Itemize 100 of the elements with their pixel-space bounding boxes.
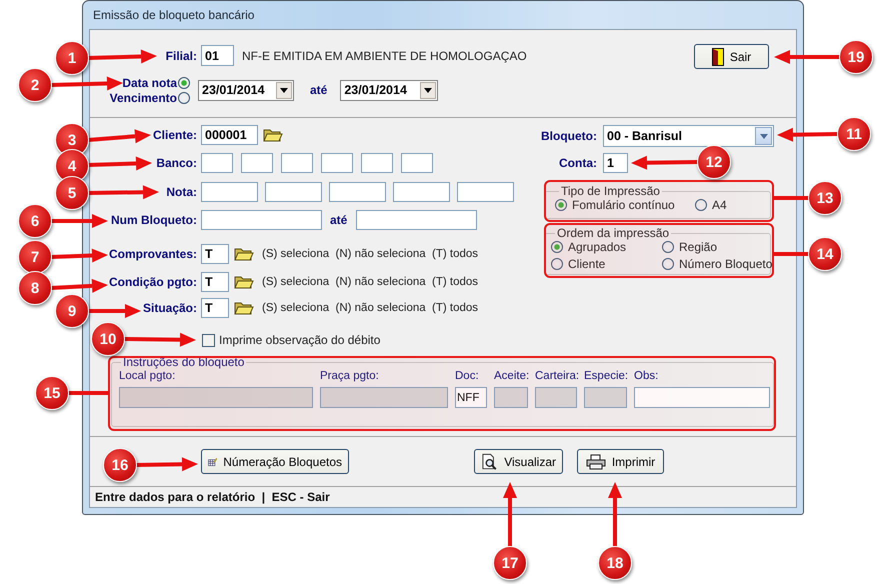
callout-arrow: [631, 156, 698, 170]
radio-label: Fomulário contínuo: [572, 198, 675, 212]
radio-label: Número Bloqueto: [679, 257, 772, 271]
callout-arrow: [88, 304, 141, 318]
input-field[interactable]: [329, 182, 386, 202]
callout-badge: 11: [837, 117, 871, 151]
input-field[interactable]: T: [201, 298, 229, 318]
input-field[interactable]: [265, 182, 322, 202]
callout-arrow: [51, 214, 108, 228]
field-label: Cliente:: [152, 128, 197, 142]
input-field[interactable]: [361, 153, 393, 173]
callout-badge: 6: [18, 204, 52, 238]
callout-arrow: [608, 482, 622, 547]
field-label: Praça pgto:: [320, 370, 380, 384]
radio-button[interactable]: [551, 258, 563, 270]
group-title: Instruções do bloqueto: [122, 355, 246, 369]
caret-icon: [280, 88, 288, 92]
folder-icon[interactable]: [234, 300, 254, 316]
date-dropdown[interactable]: 23/01/2014: [198, 80, 294, 100]
field-label: Conta:: [559, 156, 597, 170]
input-field[interactable]: [201, 210, 322, 230]
input-field[interactable]: [634, 387, 770, 408]
radio-label: Cliente: [568, 257, 606, 271]
caret-icon: [760, 134, 768, 138]
radio-button[interactable]: [662, 241, 674, 253]
range-label: até: [310, 83, 328, 97]
input-field[interactable]: [241, 153, 273, 173]
callout-badge: 14: [808, 237, 842, 271]
field-label: Banco:: [156, 156, 197, 170]
callout-badge: 2: [18, 68, 52, 102]
callout-arrow: [503, 482, 517, 547]
status-text: Entre dados para o relatório | ESC - Sair: [95, 490, 330, 504]
print-button[interactable]: Imprimir: [577, 449, 664, 474]
radio-button[interactable]: [178, 92, 190, 104]
radio-label: A4: [712, 198, 727, 212]
callout-arrow: [50, 278, 108, 293]
input-field[interactable]: [321, 153, 353, 173]
input-field[interactable]: [457, 182, 514, 202]
checkbox-label: Imprime observação do débito: [219, 333, 380, 347]
selection-hint: (S) seleciona (N) não seleciona (T) todos: [262, 302, 478, 314]
input-field[interactable]: [401, 153, 433, 173]
field-label: Comprovantes:: [108, 247, 197, 261]
window-title: Emissão de bloqueto bancário: [93, 8, 254, 22]
printer-icon: [586, 454, 606, 470]
folder-icon[interactable]: [263, 127, 283, 143]
radio-button[interactable]: [695, 199, 707, 211]
selection-hint: (S) seleciona (N) não seleciona (T) todos: [262, 248, 478, 260]
exit-button[interactable]: Sair: [694, 44, 769, 69]
callout-arrow: [136, 457, 198, 472]
callout-arrow: [88, 156, 152, 170]
input-field[interactable]: [356, 210, 478, 230]
document-search-icon: [481, 452, 498, 470]
radio-label: Vencimento: [110, 90, 177, 104]
callout-badge: 9: [55, 294, 89, 328]
bank-dropdown[interactable]: 00 - Banrisul: [603, 125, 774, 147]
callout-badge: 7: [18, 240, 52, 274]
group-title: Ordem da impressão: [556, 226, 670, 240]
radio-label: Data nota: [122, 76, 177, 90]
input-field[interactable]: 000001: [201, 125, 258, 145]
radio-button[interactable]: [662, 258, 674, 270]
leader-line: [773, 196, 809, 200]
checkbox[interactable]: [202, 334, 215, 346]
date-dropdown[interactable]: 23/01/2014: [340, 80, 438, 100]
input-field[interactable]: [393, 182, 450, 202]
field-label: Carteira:: [535, 370, 577, 384]
leader-line: [773, 252, 809, 256]
field-label: Num Bloqueto:: [111, 213, 197, 227]
radio-button[interactable]: [551, 241, 563, 253]
field-label: Bloqueto:: [541, 129, 597, 143]
numbering-button[interactable]: Númeração Bloquetos: [201, 449, 349, 474]
caret-icon: [424, 88, 432, 92]
selection-hint: (S) seleciona (N) não seleciona (T) todos: [262, 276, 478, 288]
callout-badge: 8: [18, 271, 52, 305]
radio-button[interactable]: [555, 199, 567, 211]
input-field[interactable]: T: [201, 244, 229, 264]
range-label: até: [330, 213, 348, 227]
input-field[interactable]: 1: [603, 153, 628, 173]
callout-badge: 1: [55, 41, 89, 75]
field-label: Nota:: [166, 185, 197, 199]
door-icon: [712, 48, 724, 66]
input-field[interactable]: [201, 153, 233, 173]
folder-icon[interactable]: [234, 274, 254, 290]
input-field[interactable]: [281, 153, 313, 173]
folder-icon[interactable]: [234, 246, 254, 262]
branch-description: NF-E EMITIDA EM AMBIENTE DE HOMOLOGAÇAO: [242, 48, 527, 62]
callout-arrow: [774, 50, 840, 64]
preview-button[interactable]: Visualizar: [474, 449, 563, 474]
field-label: Situação:: [142, 301, 197, 315]
radio-button[interactable]: [178, 76, 190, 88]
callout-badge: 18: [598, 546, 632, 580]
group-title: Tipo de Impressão: [560, 184, 661, 198]
field-label: Doc:: [455, 370, 480, 384]
field-label: Especie:: [584, 370, 627, 384]
input-field[interactable]: 01: [201, 45, 234, 66]
callout-arrow: [777, 128, 838, 142]
callout-arrow: [50, 248, 108, 263]
input-field[interactable]: [201, 182, 258, 202]
input-field[interactable]: NFF: [455, 387, 487, 408]
radio-label: Região: [679, 240, 718, 254]
input-field[interactable]: T: [201, 272, 229, 292]
